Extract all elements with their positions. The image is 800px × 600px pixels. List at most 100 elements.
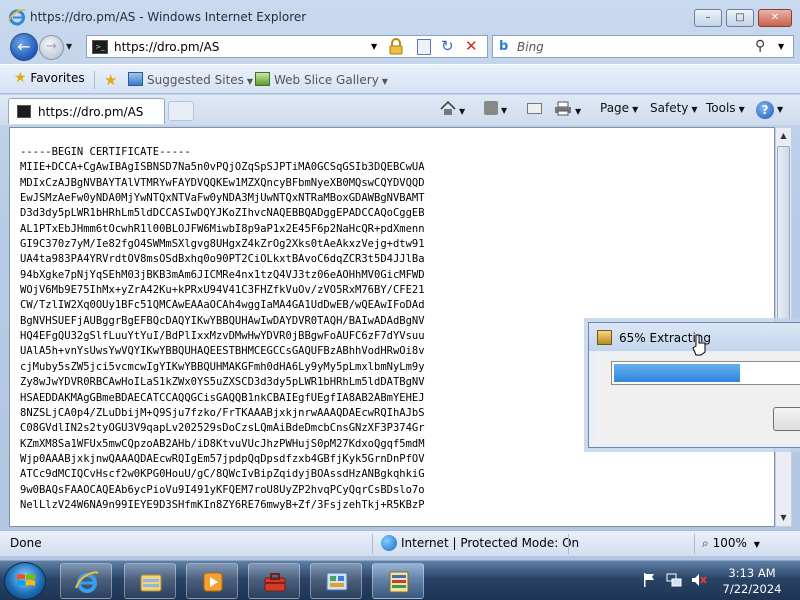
ie-window: https://dro.pm/AS - Windows Internet Exp… xyxy=(0,0,800,560)
scroll-up-icon[interactable]: ▲ xyxy=(776,128,791,144)
taskbar: 3:13 AM 7/22/2024 xyxy=(0,560,800,600)
cancel-button[interactable] xyxy=(773,407,800,431)
archive-extractor-icon xyxy=(389,571,409,593)
mouse-cursor-icon xyxy=(692,334,706,356)
certificate-line: D3d3dy5pLWR1bHRhLm5ldDCCASIwDQYJKoZIhvcN… xyxy=(20,207,425,220)
page-menu-label: Page xyxy=(600,101,630,115)
volume-muted-icon[interactable] xyxy=(691,572,707,588)
taskbar-windows-explorer[interactable] xyxy=(124,563,176,599)
certificate-text: -----BEGIN CERTIFICATE----- MIIE+DCCA+CgA… xyxy=(20,145,425,513)
zoom-level[interactable]: ⌕ 100% ▼ xyxy=(702,536,760,551)
read-mail-button[interactable] xyxy=(527,101,542,115)
tab-current[interactable]: https://dro.pm/AS xyxy=(8,98,165,124)
taskbar-internet-explorer[interactable] xyxy=(60,563,112,599)
tools-menu-label: Tools xyxy=(706,101,736,115)
favorites-bar: ★ Favorites ★ Suggested Sites ▼ Web Slice… xyxy=(0,64,800,94)
bing-icon: b xyxy=(499,39,509,54)
clock-time: 3:13 AM xyxy=(728,566,776,580)
system-clock[interactable]: 3:13 AM 7/22/2024 xyxy=(720,565,784,597)
printer-icon xyxy=(555,101,571,116)
home-button[interactable]: ▼ xyxy=(440,101,465,117)
new-tab-button[interactable] xyxy=(168,101,194,121)
media-player-icon xyxy=(203,572,223,592)
taskbar-archive-extractor[interactable] xyxy=(372,563,424,599)
chevron-down-icon: ▼ xyxy=(246,77,254,86)
chevron-down-icon: ▼ xyxy=(381,77,388,86)
certificate-line: UA4ta983PA4YRVrdtOV8msOSdBxhq0o90PT2CiOL… xyxy=(20,253,425,266)
certificate-line: KZmXM8Sa1WFUx5mwCQpzoAB2AHb/iD8KtvuVUcJh… xyxy=(20,437,425,450)
site-favicon-icon: >_ xyxy=(92,40,108,54)
search-box[interactable]: b Bing ⚲ ▼ xyxy=(492,35,794,58)
mail-icon xyxy=(527,103,542,114)
minimize-button[interactable]: – xyxy=(694,9,722,27)
refresh-icon[interactable]: ↻ xyxy=(441,37,454,55)
certificate-line: C08GVdlIN2s2tyOGU3V9qapLv202529sDoCzsLQm… xyxy=(20,422,425,435)
chevron-down-icon: ▼ xyxy=(691,105,698,114)
back-button[interactable]: ← xyxy=(10,33,38,61)
search-options-dropdown[interactable]: ▼ xyxy=(778,42,784,51)
safety-menu[interactable]: Safety ▼ xyxy=(650,101,698,115)
rss-feed-icon xyxy=(484,101,498,115)
fav-item-label: Suggested Sites xyxy=(147,73,244,87)
security-zone[interactable]: Internet | Protected Mode: On xyxy=(401,536,579,550)
certificate-line: HSAEDDAKMAgGBmeBDAECATCCAQQGCisGAQQB1nkC… xyxy=(20,391,425,404)
taskbar-toolbox[interactable] xyxy=(248,563,300,599)
certificate-line: Wjp0AAABjxkjnwQAAAQDAEcwRQIgEm57jpdpQqDp… xyxy=(20,452,425,465)
action-center-flag-icon[interactable] xyxy=(641,572,657,588)
lock-icon[interactable] xyxy=(388,38,404,55)
certificate-line: HQ4EFgQU32gSlfLuuYtYuI/BdPlIxxMzvDMwHwYD… xyxy=(20,330,425,343)
close-button[interactable]: ✕ xyxy=(758,9,792,27)
page-menu[interactable]: Page ▼ xyxy=(600,101,638,115)
divider xyxy=(94,71,95,89)
chevron-down-icon: ▼ xyxy=(738,105,745,114)
taskbar-control-panel[interactable] xyxy=(310,563,362,599)
certificate-line: 9w0BAQsFAAOCAQEAb6ycPioVu9I491yKFQEM7roU… xyxy=(20,483,425,496)
help-button[interactable]: ? ▼ xyxy=(756,101,783,119)
windows-logo-icon xyxy=(17,574,35,586)
taskbar-media-player[interactable] xyxy=(186,563,238,599)
status-text: Done xyxy=(10,536,42,550)
certificate-line: MDIxCzAJBgNVBAYTAlVTMRYwFAYDVQQKEw1MZXQn… xyxy=(20,176,425,189)
tab-label: https://dro.pm/AS xyxy=(38,105,144,119)
fav-item-suggested-sites[interactable]: Suggested Sites ▼ xyxy=(128,72,253,87)
stop-icon[interactable]: ✕ xyxy=(465,37,478,55)
fav-item-web-slice-gallery[interactable]: Web Slice Gallery ▼ xyxy=(255,72,388,87)
web-slice-icon xyxy=(255,72,270,86)
tools-menu[interactable]: Tools ▼ xyxy=(706,101,745,115)
back-arrow-icon: ← xyxy=(17,37,31,56)
certificate-line: Zy8wJwYDVR0RBCAwHoILaS1kZWx0YS5uZXSCD3d3… xyxy=(20,376,425,389)
suggested-sites-icon xyxy=(128,72,143,86)
windows-explorer-icon xyxy=(140,574,162,592)
search-icon[interactable]: ⚲ xyxy=(755,38,765,54)
help-icon: ? xyxy=(756,101,774,119)
add-to-favorites-bar-icon[interactable]: ★ xyxy=(104,71,117,89)
print-button[interactable]: ▼ xyxy=(554,101,581,117)
network-icon[interactable] xyxy=(666,572,682,588)
start-button[interactable] xyxy=(4,562,46,600)
certificate-line: ATCc9dMCIQCvHscf2w0KPG0HouU/gC/8QWcIvBip… xyxy=(20,468,425,481)
control-panel-icon xyxy=(326,572,348,591)
certificate-line: NelLlzV24W6NA9n99IEYE9D3SHfmKIn8ZY6RE76m… xyxy=(20,498,425,511)
maximize-button[interactable]: □ xyxy=(726,9,754,27)
favorites-star-icon: ★ xyxy=(14,70,27,86)
address-dropdown[interactable]: ▼ xyxy=(371,42,377,51)
home-icon xyxy=(440,101,456,115)
scroll-down-icon[interactable]: ▼ xyxy=(776,510,791,526)
favorites-button[interactable]: ★ Favorites xyxy=(10,70,91,90)
search-input[interactable]: Bing xyxy=(517,40,544,54)
chevron-down-icon: ▼ xyxy=(753,540,760,549)
compatibility-view-icon[interactable] xyxy=(417,39,431,55)
toolbox-icon xyxy=(264,573,286,592)
address-input[interactable]: https://dro.pm/AS xyxy=(114,40,219,54)
certificate-line: 94bXgke7pNjYqSEhM03jBKB3mAm6JICMRe4nx1tz… xyxy=(20,268,425,281)
favorites-label: Favorites xyxy=(30,71,85,85)
recent-pages-dropdown[interactable]: ▼ xyxy=(66,42,72,51)
zoom-text: 100% xyxy=(712,536,747,550)
forward-button[interactable]: → xyxy=(39,35,64,60)
address-bar[interactable]: >_ https://dro.pm/AS ▼ ↻ ✕ xyxy=(86,35,488,58)
feeds-button[interactable]: ▼ xyxy=(484,101,507,116)
divider xyxy=(694,534,695,554)
title-bar[interactable]: https://dro.pm/AS - Windows Internet Exp… xyxy=(0,0,800,32)
minimize-icon: – xyxy=(705,12,711,23)
window-title: https://dro.pm/AS - Windows Internet Exp… xyxy=(30,10,307,24)
